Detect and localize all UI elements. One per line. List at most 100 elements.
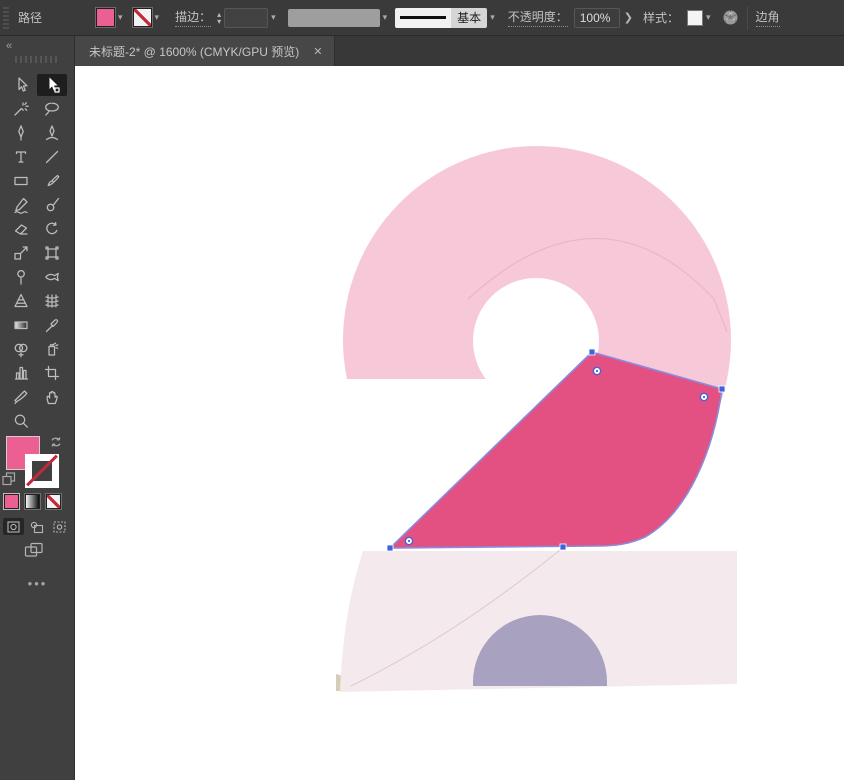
free-transform-icon bbox=[43, 244, 61, 262]
opacity-field[interactable]: 100% bbox=[574, 8, 620, 28]
selection-icon bbox=[12, 76, 30, 94]
paintbrush-icon bbox=[43, 172, 61, 190]
type-tool[interactable] bbox=[6, 146, 36, 168]
panel-grip-icon[interactable] bbox=[3, 7, 9, 29]
scale-icon bbox=[12, 244, 30, 262]
width-profile-dropdown[interactable] bbox=[288, 9, 380, 27]
magic-wand-tool[interactable] bbox=[6, 98, 36, 120]
artboard-tool[interactable] bbox=[37, 362, 67, 384]
artwork bbox=[75, 66, 844, 780]
tool-panel: « bbox=[0, 36, 75, 780]
shape-builder-tool[interactable] bbox=[6, 338, 36, 360]
line-segment-icon bbox=[43, 148, 61, 166]
anchor-point[interactable] bbox=[719, 386, 725, 392]
opacity-expand-button[interactable]: ❯ bbox=[624, 11, 633, 24]
artboard-canvas[interactable] bbox=[75, 66, 844, 780]
style-dropdown-icon[interactable]: ▾ bbox=[706, 12, 711, 23]
default-fill-stroke-icon[interactable] bbox=[2, 472, 16, 491]
zoom-icon bbox=[12, 412, 30, 430]
free-transform-tool[interactable] bbox=[37, 242, 67, 264]
brush-stroke-preview bbox=[395, 8, 451, 28]
column-graph-tool[interactable] bbox=[6, 362, 36, 384]
live-corner-widget-dot bbox=[408, 540, 410, 542]
appearance-row bbox=[4, 494, 61, 509]
eyedropper-icon bbox=[43, 316, 61, 334]
brush-name-label: 基本 bbox=[451, 8, 487, 28]
eyedropper-tool[interactable] bbox=[37, 314, 67, 336]
stroke-panel-link[interactable]: 描边： bbox=[175, 8, 211, 27]
lasso-icon bbox=[43, 100, 61, 118]
pen-tool[interactable] bbox=[6, 122, 36, 144]
tab-close-icon[interactable]: ✕ bbox=[313, 45, 322, 58]
hand-tool[interactable] bbox=[37, 386, 67, 408]
edit-toolbar-button[interactable]: ••• bbox=[0, 576, 75, 591]
puppet-warp-tool[interactable] bbox=[6, 266, 36, 288]
anchor-point[interactable] bbox=[589, 349, 595, 355]
document-tab-bar: 未标题-2* @ 1600% (CMYK/GPU 预览) ✕ bbox=[75, 36, 844, 66]
fill-dropdown-icon[interactable]: ▾ bbox=[118, 12, 123, 23]
stroke-swatch-large[interactable] bbox=[25, 454, 59, 488]
eraser-tool[interactable] bbox=[6, 218, 36, 240]
fill-color-swatch[interactable] bbox=[96, 8, 115, 27]
stepper-down-icon[interactable]: ▾ bbox=[217, 18, 221, 25]
stroke-color-swatch[interactable] bbox=[133, 8, 152, 27]
recolor-artwork-icon[interactable] bbox=[722, 9, 739, 26]
hand-icon bbox=[43, 388, 61, 406]
screen-mode-icon[interactable] bbox=[24, 542, 44, 564]
column-graph-icon bbox=[12, 364, 30, 382]
curvature-icon bbox=[43, 124, 61, 142]
draw-behind-button[interactable] bbox=[26, 518, 47, 535]
document-tab[interactable]: 未标题-2* @ 1600% (CMYK/GPU 预览) ✕ bbox=[75, 36, 335, 66]
illustrator-window: 路径 ▾ ▾ 描边： ▴ ▾ ▾ ▾ 基本 ▾ 不透明度： 100% ❯ 样式：… bbox=[0, 0, 844, 780]
blob-brush-icon bbox=[43, 196, 61, 214]
zoom-tool[interactable] bbox=[6, 410, 36, 432]
line-segment-tool[interactable] bbox=[37, 146, 67, 168]
curvature-tool[interactable] bbox=[37, 122, 67, 144]
swap-fill-stroke-icon[interactable] bbox=[48, 434, 64, 455]
live-corner-widget-dot bbox=[703, 396, 705, 398]
anchor-point[interactable] bbox=[560, 544, 566, 550]
opacity-panel-link[interactable]: 不透明度： bbox=[508, 8, 568, 27]
selection-tool[interactable] bbox=[6, 74, 36, 96]
stroke-weight-stepper[interactable]: ▴ ▾ bbox=[217, 11, 221, 25]
draw-normal-button[interactable] bbox=[3, 518, 24, 535]
stroke-weight-dropdown-icon[interactable]: ▾ bbox=[271, 12, 276, 23]
rotate-tool[interactable] bbox=[37, 218, 67, 240]
stroke-weight-field[interactable] bbox=[224, 8, 268, 28]
warp-tool[interactable] bbox=[37, 266, 67, 288]
lasso-tool[interactable] bbox=[37, 98, 67, 120]
shaper-tool[interactable] bbox=[6, 194, 36, 216]
collapse-panel-icon[interactable]: « bbox=[6, 40, 11, 52]
style-swatch[interactable] bbox=[687, 10, 703, 26]
width-profile-dropdown-icon[interactable]: ▾ bbox=[383, 12, 388, 23]
mesh-icon bbox=[43, 292, 61, 310]
document-tab-title: 未标题-2* @ 1600% (CMYK/GPU 预览) bbox=[89, 43, 299, 60]
rotate-icon bbox=[43, 220, 61, 238]
shape-builder-icon bbox=[12, 340, 30, 358]
blob-brush-tool[interactable] bbox=[37, 194, 67, 216]
tool-panel-grip[interactable] bbox=[15, 56, 59, 63]
mesh-tool[interactable] bbox=[37, 290, 67, 312]
perspective-grid-icon bbox=[12, 292, 30, 310]
perspective-grid-tool[interactable] bbox=[6, 290, 36, 312]
stroke-dropdown-icon[interactable]: ▾ bbox=[155, 12, 160, 23]
symbol-sprayer-tool[interactable] bbox=[37, 338, 67, 360]
gradient-tool[interactable] bbox=[6, 314, 36, 336]
brush-definition-dropdown[interactable]: 基本 bbox=[395, 8, 487, 28]
color-mode-button[interactable] bbox=[4, 494, 19, 509]
corner-panel-link[interactable]: 边角 bbox=[756, 8, 780, 27]
paintbrush-tool[interactable] bbox=[37, 170, 67, 192]
direct-selection-tool[interactable] bbox=[37, 74, 67, 96]
slice-tool[interactable] bbox=[6, 386, 36, 408]
separator bbox=[747, 6, 748, 30]
gradient-mode-button[interactable] bbox=[25, 494, 40, 509]
puppet-warp-icon bbox=[12, 268, 30, 286]
scale-tool[interactable] bbox=[6, 242, 36, 264]
direct-selection-icon bbox=[43, 76, 61, 94]
rectangle-tool[interactable] bbox=[6, 170, 36, 192]
options-bar: 路径 ▾ ▾ 描边： ▴ ▾ ▾ ▾ 基本 ▾ 不透明度： 100% ❯ 样式：… bbox=[0, 0, 844, 36]
draw-inside-button[interactable] bbox=[49, 518, 70, 535]
anchor-point[interactable] bbox=[387, 545, 393, 551]
brush-dropdown-icon[interactable]: ▾ bbox=[490, 12, 495, 23]
none-mode-button[interactable] bbox=[46, 494, 61, 509]
